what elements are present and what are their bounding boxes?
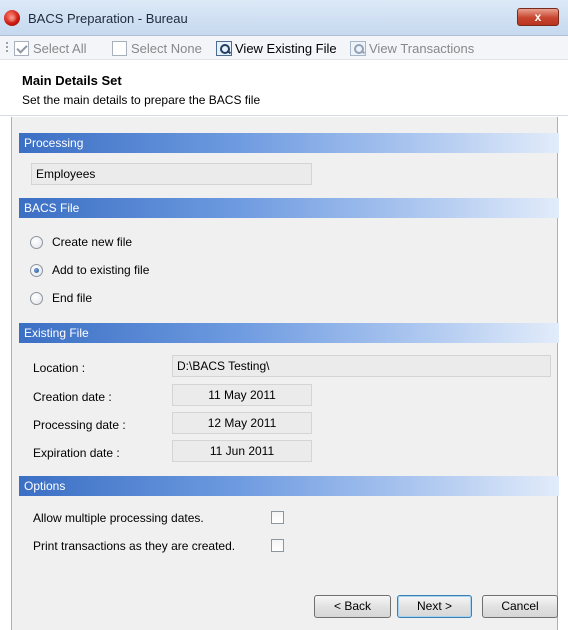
radio-end-file[interactable]: End file <box>30 290 92 306</box>
creation-date-field: 11 May 2011 <box>172 384 312 406</box>
creation-date-label: Creation date : <box>33 390 112 404</box>
select-all-button[interactable]: Select All <box>14 39 86 57</box>
select-none-button[interactable]: Select None <box>112 39 202 57</box>
processing-date-field: 12 May 2011 <box>172 412 312 434</box>
radio-unchecked-icon <box>30 291 43 305</box>
page-title: Main Details Set <box>22 73 122 88</box>
select-all-label: Select All <box>33 40 87 56</box>
print-transactions-checkbox[interactable] <box>271 539 284 552</box>
view-file-icon <box>216 40 232 56</box>
toolbar-grip-icon[interactable] <box>6 42 8 54</box>
radio-label: Create new file <box>52 235 133 249</box>
view-existing-file-button[interactable]: View Existing File <box>216 39 337 57</box>
print-transactions-label: Print transactions as they are created. <box>33 539 236 553</box>
checkbox-checked-icon <box>14 40 29 56</box>
radio-unchecked-icon <box>30 235 43 249</box>
radio-add-to-existing-file[interactable]: Add to existing file <box>30 262 149 278</box>
view-transactions-button[interactable]: View Transactions <box>350 39 474 57</box>
section-existing-file-header: Existing File <box>19 323 559 343</box>
processing-date-label: Processing date : <box>33 418 126 432</box>
allow-multiple-label: Allow multiple processing dates. <box>33 511 204 525</box>
section-bacs-file-header: BACS File <box>19 198 559 218</box>
back-button[interactable]: < Back <box>314 595 391 618</box>
radio-label: Add to existing file <box>52 263 150 277</box>
allow-multiple-checkbox[interactable] <box>271 511 284 524</box>
section-processing-header: Processing <box>19 133 559 153</box>
location-field: D:\BACS Testing\ <box>172 355 551 377</box>
radio-checked-icon <box>30 263 43 277</box>
radio-create-new-file[interactable]: Create new file <box>30 234 132 250</box>
processing-field: Employees <box>31 163 312 185</box>
select-none-label: Select None <box>131 40 202 56</box>
next-button[interactable]: Next > <box>397 595 472 618</box>
app-icon <box>4 10 20 26</box>
cancel-button[interactable]: Cancel <box>482 595 558 618</box>
window-title: BACS Preparation - Bureau <box>28 11 188 26</box>
title-bar: BACS Preparation - Bureau x <box>0 0 568 36</box>
view-transactions-label: View Transactions <box>369 40 475 56</box>
expiration-date-field: 11 Jun 2011 <box>172 440 312 462</box>
location-label: Location : <box>33 361 86 375</box>
view-transactions-icon <box>350 40 366 56</box>
view-existing-file-label: View Existing File <box>235 40 337 56</box>
close-button[interactable]: x <box>517 8 559 26</box>
section-options-header: Options <box>19 476 559 496</box>
wizard-header: Main Details Set Set the main details to… <box>0 60 568 116</box>
expiration-date-label: Expiration date : <box>33 446 120 460</box>
radio-label: End file <box>52 291 93 305</box>
page-subtitle: Set the main details to prepare the BACS… <box>22 93 261 107</box>
toolbar: Select All Select None View Existing Fil… <box>0 36 568 60</box>
checkbox-empty-icon <box>112 40 127 56</box>
